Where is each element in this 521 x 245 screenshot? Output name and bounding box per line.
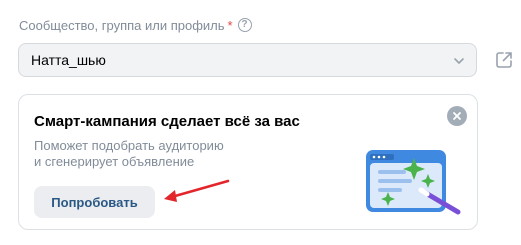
try-button[interactable]: Попробовать	[34, 186, 155, 218]
external-link-icon[interactable]	[494, 50, 514, 70]
promo-title: Смарт-кампания сделает всё за вас	[34, 113, 300, 130]
promo-description: Поможет подобрать аудиторию и сгенерируе…	[34, 138, 264, 170]
close-icon	[453, 112, 461, 120]
field-label-row: Сообщество, группа или профиль * ?	[19, 15, 252, 35]
community-select[interactable]: Натта_шью	[18, 43, 477, 77]
select-value: Натта_шью	[31, 52, 106, 68]
field-label: Сообщество, группа или профиль	[19, 17, 225, 33]
red-arrow-annotation	[164, 179, 230, 202]
magic-wand-window-illustration	[366, 150, 461, 215]
help-icon[interactable]: ?	[237, 18, 252, 32]
close-button[interactable]	[447, 106, 467, 126]
chevron-down-icon	[454, 58, 464, 64]
promo-description-line-1: Поможет подобрать аудиторию	[34, 138, 224, 153]
promo-description-line-2: и сгенерирует объявление	[34, 154, 195, 169]
required-mark: *	[227, 17, 233, 33]
